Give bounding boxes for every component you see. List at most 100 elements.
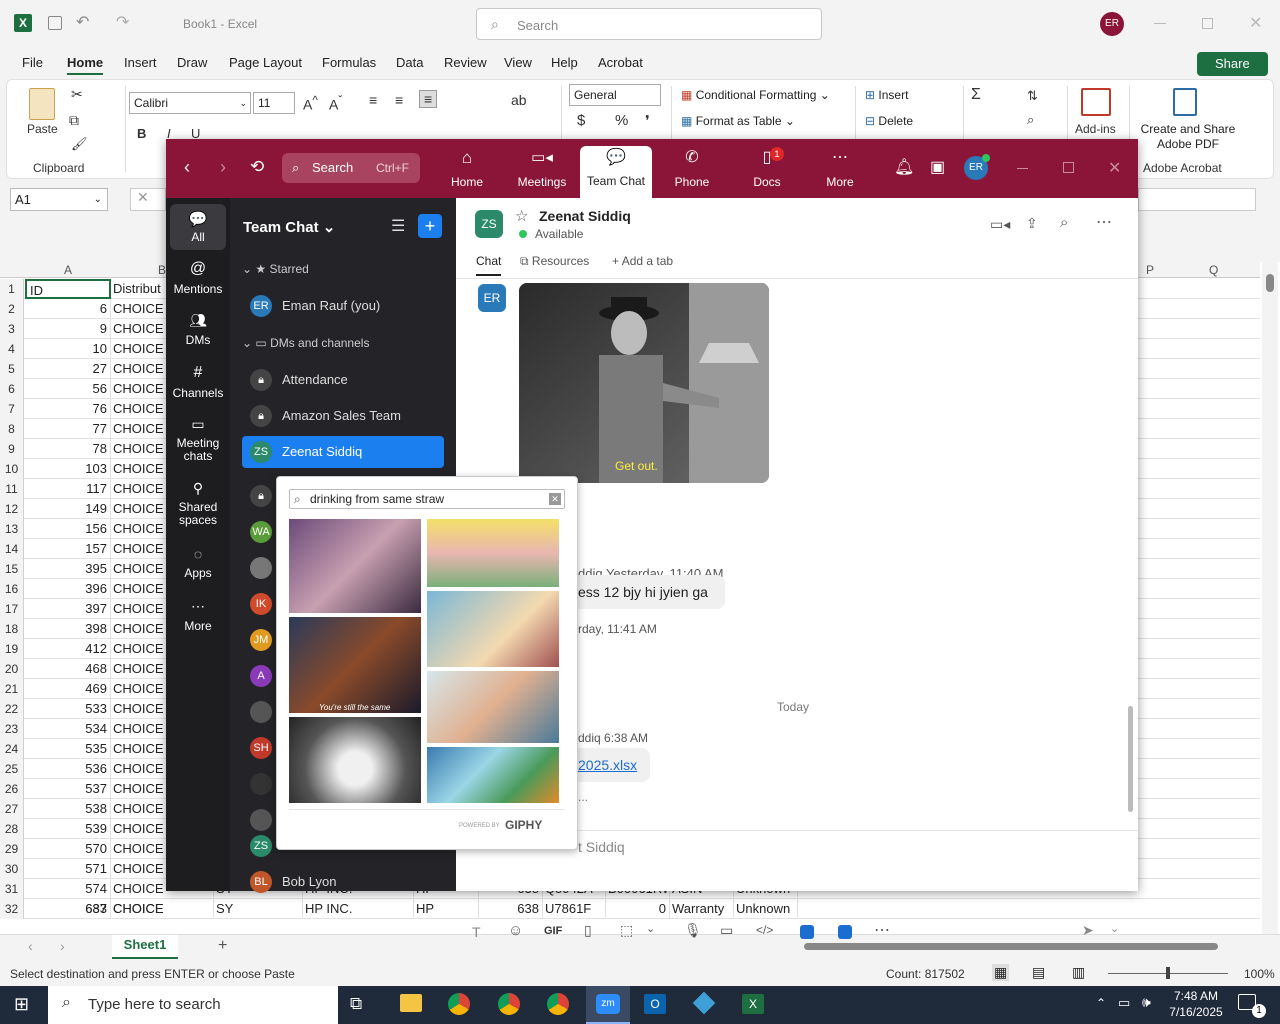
chrome-icon[interactable] <box>448 993 470 1015</box>
row-number[interactable]: 15 <box>0 559 24 579</box>
row-number[interactable]: 7 <box>0 399 24 419</box>
cell-i[interactable]: Warranty <box>670 899 734 919</box>
wrap-text-icon[interactable]: ab <box>511 92 527 108</box>
row-number[interactable]: 20 <box>0 659 24 679</box>
currency-icon[interactable]: $ <box>577 112 585 129</box>
cell-a[interactable]: 468 <box>25 659 111 679</box>
delete-cells-button[interactable]: ⊟ Delete <box>865 114 913 128</box>
tray-chevron-icon[interactable]: ⌃ <box>1096 996 1106 1010</box>
column-header-q[interactable]: Q <box>1209 263 1218 277</box>
cell-a[interactable]: 149 <box>25 499 111 519</box>
excel-taskbar-icon[interactable]: X <box>742 994 764 1014</box>
zoom-slider-thumb[interactable] <box>1166 967 1170 979</box>
row-number[interactable]: 22 <box>0 699 24 719</box>
gif-message[interactable]: Get out. <box>519 283 769 483</box>
formula-bar[interactable]: ✕ <box>130 188 166 211</box>
name-box[interactable]: A1 ⌄ <box>10 188 108 211</box>
cell-a[interactable]: 536 <box>25 759 111 779</box>
increase-font-icon[interactable]: A^ <box>303 94 318 113</box>
list-item-channel[interactable]: 🔒︎ Amazon Sales Team <box>242 400 442 432</box>
gif-result-woman-straw[interactable] <box>289 519 421 613</box>
format-text-icon[interactable]: T <box>472 924 481 940</box>
composer-input[interactable]: t Siddiq <box>578 839 625 855</box>
back-icon[interactable]: ‹ <box>184 157 190 178</box>
cell-a[interactable]: 535 <box>25 739 111 759</box>
list-item-contact[interactable]: BL Bob Lyon <box>242 866 442 898</box>
normal-view-icon[interactable]: ▦ <box>992 964 1010 981</box>
cell-j[interactable]: Unknown <box>734 899 798 919</box>
cell-a[interactable]: 117 <box>25 479 111 499</box>
row-number[interactable]: 14 <box>0 539 24 559</box>
tab-formulas[interactable]: Formulas <box>322 55 376 70</box>
chat-search-icon[interactable]: ⌕ <box>1060 214 1068 231</box>
cell-a[interactable]: 687 <box>25 899 111 919</box>
decrease-font-icon[interactable]: Aˇ <box>329 94 342 113</box>
chat-more-icon[interactable]: ⋯ <box>1096 212 1112 232</box>
rail-channels[interactable]: # Channels <box>166 364 230 400</box>
row-number[interactable]: 5 <box>0 359 24 379</box>
cell-e[interactable]: HP <box>414 899 479 919</box>
nav-team-chat[interactable]: 💬 Team Chat <box>580 146 652 198</box>
file-message-bubble[interactable]: 2025.xlsx <box>566 748 650 782</box>
rail-dms[interactable]: 👥︎ DMs <box>166 312 230 347</box>
row-number[interactable]: 32 <box>0 899 24 919</box>
cell-f[interactable]: 638 <box>479 899 543 919</box>
cell-a[interactable]: ID <box>25 279 111 299</box>
restore-icon[interactable] <box>1202 18 1213 29</box>
gif-result-cartoon-green[interactable] <box>427 747 559 803</box>
calendar-icon[interactable]: ▣ <box>930 157 945 177</box>
tab-insert[interactable]: Insert <box>124 55 157 70</box>
row-number[interactable]: 1 <box>0 279 24 299</box>
cell-a[interactable]: 397 <box>25 599 111 619</box>
row-number[interactable]: 28 <box>0 819 24 839</box>
rail-meeting-chats[interactable]: ▭ Meeting chats <box>166 416 230 463</box>
row-number[interactable]: 30 <box>0 859 24 879</box>
row-number[interactable]: 12 <box>0 499 24 519</box>
emoji-icon[interactable]: ☺ <box>508 922 523 939</box>
gif-result-cartoon-hand[interactable] <box>427 671 559 743</box>
cell-a[interactable]: 9 <box>25 319 111 339</box>
row-number[interactable]: 2 <box>0 299 24 319</box>
cell-a[interactable]: 537 <box>25 779 111 799</box>
row-number[interactable]: 25 <box>0 759 24 779</box>
cell-a[interactable]: 412 <box>25 639 111 659</box>
search-box[interactable]: ⌕ Search <box>476 8 822 40</box>
rail-more[interactable]: ⋯ More <box>166 598 230 633</box>
zoom-maximize-icon[interactable] <box>1063 162 1074 173</box>
chrome-profile2-icon[interactable] <box>498 993 520 1015</box>
nav-docs[interactable]: ▯ 1 Docs <box>738 147 796 195</box>
cell-a[interactable]: 76 <box>25 399 111 419</box>
cell-a[interactable]: 534 <box>25 719 111 739</box>
formula-bar-right[interactable] <box>1138 188 1256 211</box>
row-number[interactable]: 26 <box>0 779 24 799</box>
cell-a[interactable]: 103 <box>25 459 111 479</box>
clock[interactable]: 7:48 AM 7/16/2025 <box>1166 988 1226 1020</box>
contact-name[interactable]: Zeenat Siddiq <box>539 208 631 224</box>
column-header-b[interactable]: B <box>158 263 166 277</box>
rail-apps[interactable]: ◌ Apps <box>166 546 230 580</box>
rail-mentions[interactable]: @ Mentions <box>166 260 230 296</box>
forward-icon[interactable]: › <box>220 157 226 178</box>
cell-a[interactable]: 395 <box>25 559 111 579</box>
sheet-tab-sheet1[interactable]: Sheet1 <box>112 935 178 959</box>
chat-scrollbar[interactable] <box>1128 706 1133 812</box>
autosum-icon[interactable]: Σ <box>971 86 981 104</box>
new-chat-button[interactable]: + <box>418 214 442 238</box>
cell-a[interactable]: 469 <box>25 679 111 699</box>
cell-g[interactable]: U7861F <box>543 899 606 919</box>
next-sheet-icon[interactable]: › <box>60 938 65 954</box>
row-number[interactable]: 8 <box>0 419 24 439</box>
cell-b[interactable]: CHOICE <box>111 899 214 919</box>
horizontal-scroll-thumb[interactable] <box>804 943 1218 950</box>
cell-a[interactable]: 10 <box>25 339 111 359</box>
row-number[interactable]: 31 <box>0 879 24 899</box>
create-share-pdf-button[interactable]: Create and Share Adobe PDF <box>1135 122 1241 152</box>
avatar[interactable] <box>250 557 272 579</box>
file-icon[interactable]: ▯ <box>584 922 592 939</box>
send-icon[interactable]: ➤ <box>1082 922 1094 939</box>
cell-c[interactable]: SY <box>214 899 303 919</box>
nav-home[interactable]: ⌂ Home <box>438 147 496 195</box>
addins-icon[interactable] <box>1081 88 1111 116</box>
avatar[interactable]: JM <box>250 629 272 651</box>
percent-icon[interactable]: % <box>615 112 628 129</box>
